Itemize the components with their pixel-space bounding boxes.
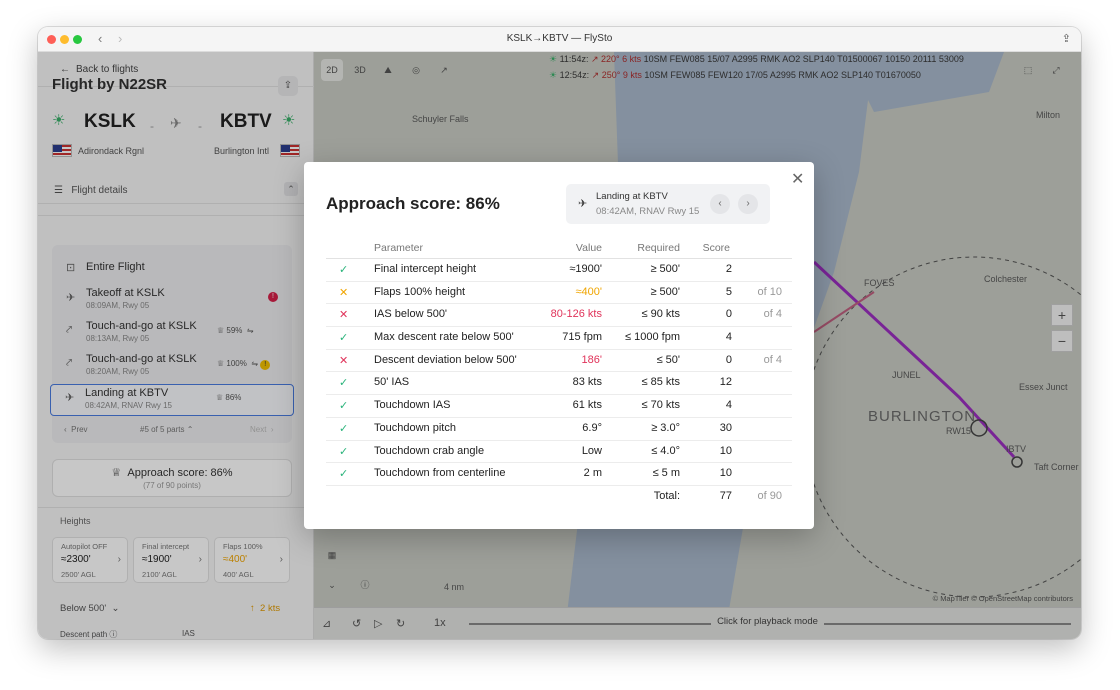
- value-cell: 186': [581, 353, 602, 366]
- table-row: ✓ Touchdown crab angle Low ≤ 4.0° 10: [326, 441, 792, 464]
- score-table: Parameter Value Required Score ✓ Final in…: [326, 240, 792, 510]
- check-icon: ✓: [339, 445, 349, 458]
- value-cell: ≈1900': [569, 263, 602, 275]
- required-cell: ≤ 70 kts: [641, 399, 680, 412]
- param-cell: Touchdown IAS: [374, 399, 451, 412]
- score-of-cell: of 10: [757, 285, 782, 298]
- check-icon: ✓: [339, 377, 349, 390]
- param-cell: Final intercept height: [374, 263, 477, 275]
- score-cell: 0: [725, 353, 732, 366]
- table-row: ✕ Flaps 100% height ≈400' ≥ 500' 5 of 10: [326, 282, 792, 305]
- approach-score-modal: Approach score: 86% ✕ ✈ Landing at KBTV …: [304, 162, 814, 529]
- value-cell: Low: [581, 444, 602, 457]
- check-icon: ✓: [339, 422, 349, 435]
- score-cell: 4: [725, 331, 732, 344]
- param-cell: Touchdown pitch: [374, 421, 456, 434]
- check-icon: ✓: [339, 332, 349, 345]
- fail-x-icon: ✕: [339, 354, 349, 367]
- value-cell: 6.9°: [582, 421, 602, 434]
- value-cell: ≈400': [575, 285, 603, 298]
- required-cell: ≤ 4.0°: [651, 444, 680, 457]
- header-score: Score: [702, 242, 730, 254]
- param-cell: IAS below 500': [374, 308, 448, 321]
- required-cell: ≤ 85 kts: [641, 376, 680, 389]
- score-cell: 10: [719, 444, 732, 457]
- param-cell: Touchdown crab angle: [374, 444, 485, 457]
- param-cell: Max descent rate below 500': [374, 331, 514, 344]
- required-cell: ≤ 90 kts: [641, 308, 680, 321]
- param-cell: Descent deviation below 500': [374, 353, 517, 366]
- total-label: Total:: [653, 489, 680, 502]
- prev-part-button[interactable]: ‹: [710, 194, 730, 214]
- required-cell: ≤ 50': [656, 353, 680, 366]
- table-row: ✓ Max descent rate below 500' 715 fpm ≤ 100…: [326, 327, 792, 350]
- score-cell: 12: [719, 376, 732, 389]
- score-of-cell: of 4: [763, 353, 782, 366]
- total-of: of 90: [757, 489, 782, 502]
- header-parameter: Parameter: [374, 242, 424, 254]
- table-row: ✕ Descent deviation below 500' 186' ≤ 50' 0 o…: [326, 350, 792, 373]
- modal-title: Approach score: 86%: [326, 194, 500, 213]
- score-cell: 10: [719, 467, 732, 480]
- header-required: Required: [637, 242, 680, 254]
- close-icon[interactable]: ✕: [791, 169, 804, 189]
- value-cell: 61 kts: [572, 399, 602, 412]
- value-cell: 715 fpm: [562, 331, 602, 344]
- table-header: Parameter Value Required Score: [326, 240, 792, 259]
- landing-title: Landing at KBTV: [596, 191, 668, 202]
- table-row: ✓ Final intercept height ≈1900' ≥ 500' 2: [326, 259, 792, 282]
- table-row: ✓ Touchdown IAS 61 kts ≤ 70 kts 4: [326, 395, 792, 418]
- score-cell: 5: [725, 285, 732, 298]
- value-cell: 83 kts: [572, 376, 602, 389]
- required-cell: ≤ 1000 fpm: [625, 331, 680, 344]
- param-cell: Flaps 100% height: [374, 285, 466, 298]
- score-cell: 30: [719, 421, 732, 434]
- titlebar: ‹ › KSLK→KBTV — FlySto ⇪: [38, 27, 1081, 52]
- param-cell: 50' IAS: [374, 376, 410, 389]
- score-cell: 4: [725, 399, 732, 412]
- landing-part-selector: ✈ Landing at KBTV 08:42AM, RNAV Rwy 15 ‹…: [566, 184, 770, 224]
- check-icon: ✓: [339, 400, 349, 413]
- table-row: ✓ 50' IAS 83 kts ≤ 85 kts 12: [326, 372, 792, 396]
- warning-x-icon: ✕: [339, 286, 349, 299]
- table-row: ✕ IAS below 500' 80-126 kts ≤ 90 kts 0 of 4: [326, 304, 792, 328]
- value-cell: 80-126 kts: [550, 308, 602, 321]
- score-of-cell: of 4: [763, 308, 782, 321]
- landing-subtitle: 08:42AM, RNAV Rwy 15: [596, 206, 700, 217]
- value-cell: 2 m: [583, 467, 602, 480]
- header-value: Value: [575, 242, 602, 254]
- required-cell: ≥ 500': [650, 285, 680, 298]
- required-cell: ≤ 5 m: [652, 467, 680, 480]
- required-cell: ≥ 500': [650, 263, 680, 275]
- check-icon: ✓: [339, 264, 349, 276]
- score-cell: 2: [725, 263, 732, 275]
- fail-x-icon: ✕: [339, 309, 349, 322]
- window-title: KSLK→KBTV — FlySto: [506, 33, 613, 44]
- score-cell: 0: [725, 308, 732, 321]
- param-cell: Touchdown from centerline: [374, 467, 506, 480]
- table-row: ✓ Touchdown pitch 6.9° ≥ 3.0° 30: [326, 418, 792, 441]
- check-icon: ✓: [339, 468, 349, 481]
- table-row: ✓ Touchdown from centerline 2 m ≤ 5 m 10: [326, 463, 792, 486]
- share-icon[interactable]: ⇪: [1062, 32, 1071, 45]
- total-row: Total: 77 of 90: [326, 486, 792, 510]
- required-cell: ≥ 3.0°: [651, 421, 680, 434]
- next-part-button[interactable]: ›: [738, 194, 758, 214]
- total-score: 77: [719, 489, 732, 502]
- landing-icon: ✈: [578, 198, 588, 210]
